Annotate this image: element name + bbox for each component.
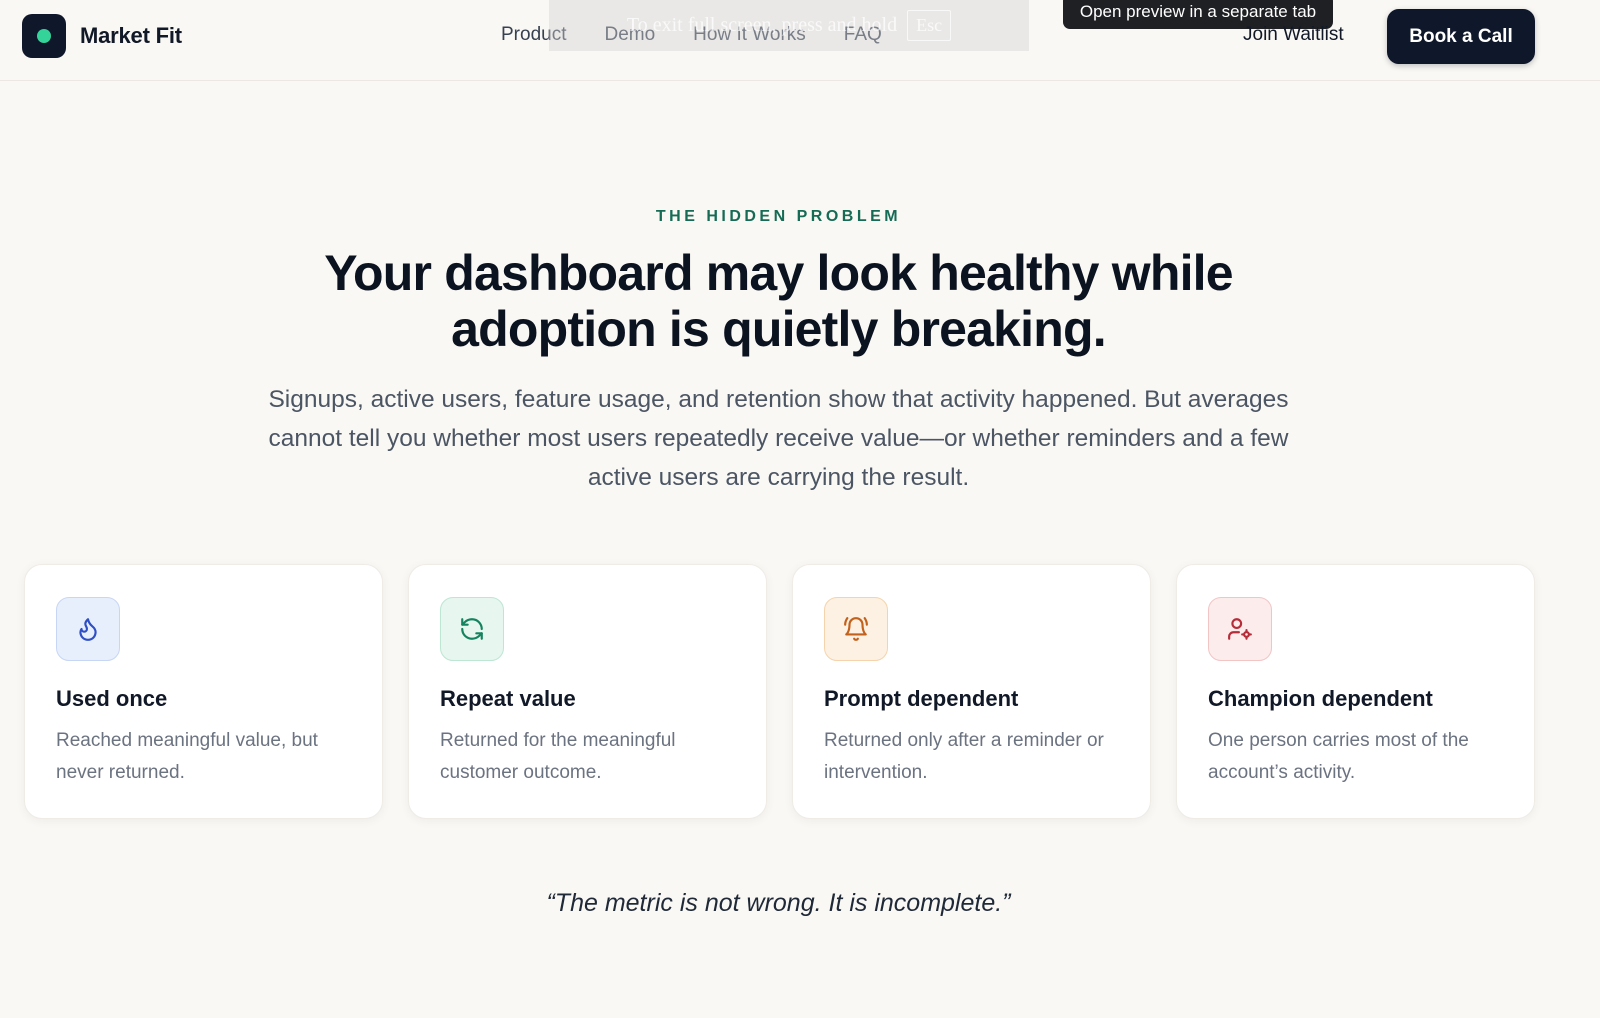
card-champion-dependent: Champion dependent One person carries mo… — [1176, 564, 1535, 819]
pull-quote: “The metric is not wrong. It is incomple… — [546, 889, 1011, 917]
flame-icon — [56, 597, 120, 661]
brand[interactable]: Market Fit — [22, 14, 182, 58]
hero-headline: Your dashboard may look healthy while ad… — [280, 245, 1277, 357]
refresh-icon — [440, 597, 504, 661]
headline-line-2: adoption is quietly breaking. — [451, 301, 1106, 357]
brand-logo-icon — [22, 14, 66, 58]
site-header: Market Fit Product Demo How It Works FAQ… — [0, 0, 1600, 81]
landing-page: Market Fit Product Demo How It Works FAQ… — [0, 0, 1600, 1018]
problem-cards: Used once Reached meaningful value, but … — [24, 564, 1535, 819]
user-gear-icon — [1208, 597, 1272, 661]
headline-line-1: Your dashboard may look healthy while — [324, 245, 1233, 301]
card-description: One person carries most of the account’s… — [1208, 730, 1469, 783]
bell-icon — [824, 597, 888, 661]
fullscreen-exit-banner: To exit full screen, press and hold Esc — [549, 0, 1029, 51]
fullscreen-key: Esc — [907, 10, 952, 41]
card-description: Returned only after a reminder or interv… — [824, 730, 1104, 783]
join-waitlist-link[interactable]: Join Waitlist — [1243, 24, 1344, 46]
card-used-once: Used once Reached meaningful value, but … — [24, 564, 383, 819]
card-repeat-value: Repeat value Returned for the meaningful… — [408, 564, 767, 819]
card-title: Prompt dependent — [824, 686, 1019, 711]
card-description: Reached meaningful value, but never retu… — [56, 730, 318, 783]
hero-subtext: Signups, active users, feature usage, an… — [268, 386, 1289, 491]
section-eyebrow: THE HIDDEN PROBLEM — [655, 208, 902, 225]
book-a-call-button[interactable]: Book a Call — [1387, 9, 1535, 64]
brand-logo-dot — [37, 29, 51, 43]
card-prompt-dependent: Prompt dependent Returned only after a r… — [792, 564, 1151, 819]
brand-name: Market Fit — [80, 23, 182, 48]
card-title: Used once — [56, 686, 168, 711]
card-title: Repeat value — [440, 686, 576, 711]
card-title: Champion dependent — [1208, 686, 1433, 711]
fullscreen-banner-text: To exit full screen, press and hold — [626, 14, 898, 36]
card-description: Returned for the meaningful customer out… — [440, 730, 676, 783]
